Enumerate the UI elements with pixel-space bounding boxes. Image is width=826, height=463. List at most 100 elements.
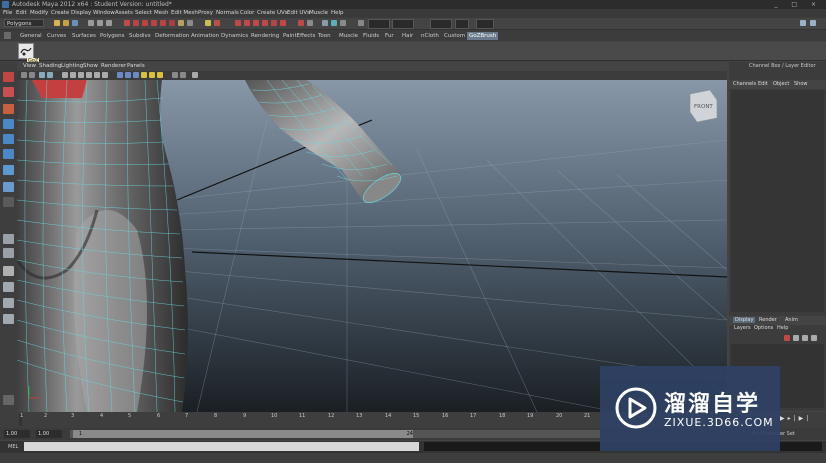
make-live-icon[interactable] [271,20,277,26]
layer-selected-icon[interactable] [811,335,817,341]
history-icon[interactable] [307,20,313,26]
camera-attr-icon[interactable] [29,72,35,78]
menu-edit[interactable]: Edit [16,9,27,18]
ipr-render-icon[interactable] [331,20,337,26]
show-channel-box-icon[interactable] [800,20,806,26]
menu-select[interactable]: Select [135,9,152,18]
soft-mod-icon[interactable] [3,182,14,192]
mask-curves-icon[interactable] [142,20,148,26]
go-to-end-icon[interactable]: ▶| [799,415,812,422]
wireframe-icon[interactable] [117,72,123,78]
select-hierarchy-icon[interactable] [88,20,94,26]
wire-on-shaded-icon[interactable] [133,72,139,78]
bookmark-icon[interactable] [39,72,45,78]
range-bar[interactable]: 1 24 [70,430,600,438]
snap-point-icon[interactable] [253,20,259,26]
current-time-field[interactable]: 1.00 [36,430,62,438]
menu-create-uvs[interactable]: Create UVs [257,9,288,18]
layer-menu-help[interactable]: Help [777,325,788,331]
next-key-icon[interactable]: ▸| [788,415,799,422]
output-ops-icon[interactable] [298,20,304,26]
menu-file[interactable]: File [3,9,12,18]
tab-muscle[interactable]: Muscle [337,32,360,40]
channel-menu-object[interactable]: Object [773,81,789,87]
snap-plane-icon[interactable] [262,20,268,26]
layer-down-icon[interactable] [802,335,808,341]
layer-menu-layers[interactable]: Layers [734,325,751,331]
use-default-light-icon[interactable] [141,72,147,78]
layout-hypershade-icon[interactable] [3,314,14,324]
select-tool-icon[interactable] [3,72,14,82]
camera-select-icon[interactable] [21,72,27,78]
use-all-lights-icon[interactable] [149,72,155,78]
render-current-icon[interactable] [322,20,328,26]
mask-deformations-icon[interactable] [160,20,166,26]
transform-field-v[interactable] [476,19,494,29]
panel-menu-lighting[interactable]: Lighting [61,62,83,71]
shelf-menu-icon[interactable] [4,32,11,39]
panel-menu-panels[interactable]: Panels [127,62,145,71]
tab-custom[interactable]: Custom [442,32,467,40]
tab-toon[interactable]: Toon [316,32,333,40]
paint-select-icon[interactable] [3,104,14,114]
tab-polygons[interactable]: Polygons [98,32,126,40]
render-settings-icon[interactable] [340,20,346,26]
viewcube[interactable]: FRONT [689,89,718,123]
mask-joints-icon[interactable] [133,20,139,26]
snap-grid-icon[interactable] [235,20,241,26]
layer-menu-options[interactable]: Options [754,325,773,331]
smooth-shade-icon[interactable] [125,72,131,78]
window-controls[interactable]: _ □ × [774,0,822,9]
highlight-selection-icon[interactable] [214,20,220,26]
menu-modify[interactable]: Modify [30,9,48,18]
mask-surfaces-icon[interactable] [151,20,157,26]
tab-hair[interactable]: Hair [400,32,415,40]
save-scene-icon[interactable] [72,20,78,26]
gate-mask-icon[interactable] [86,72,92,78]
transform-field-w[interactable] [455,19,469,29]
mask-rendering-icon[interactable] [178,20,184,26]
new-layer-icon[interactable] [784,335,790,341]
move-tool-icon[interactable] [3,119,14,129]
film-gate-icon[interactable] [70,72,76,78]
rotate-tool-icon[interactable] [3,134,14,144]
manipulator-tool-icon[interactable] [3,165,14,175]
channel-menu-channels[interactable]: Channels [733,81,756,87]
panel-menu-show[interactable]: Show [83,62,98,71]
open-scene-icon[interactable] [63,20,69,26]
close-button[interactable]: × [811,1,822,8]
menu-proxy[interactable]: Proxy [198,9,213,18]
minimize-button[interactable]: _ [774,1,783,8]
maximize-button[interactable]: □ [791,1,803,8]
tab-fluids[interactable]: Fluids [361,32,381,40]
tab-surfaces[interactable]: Surfaces [70,32,98,40]
transform-field-x[interactable] [368,19,390,29]
transform-field-z[interactable] [430,19,452,29]
tab-curves[interactable]: Curves [45,32,68,40]
start-time-field[interactable]: 1.00 [4,430,30,438]
layout-outliner-icon[interactable] [3,298,14,308]
menu-assets[interactable]: Assets [115,9,133,18]
lock-selection-icon[interactable] [205,20,211,26]
transform-field-y[interactable] [392,19,414,29]
menu-color[interactable]: Color [240,9,254,18]
mask-handles-icon[interactable] [124,20,130,26]
shadows-icon[interactable] [157,72,163,78]
channel-list-area[interactable] [731,90,824,312]
mode-select[interactable]: Polygons [4,19,44,27]
menu-create[interactable]: Create [51,9,69,18]
layer-tab-render[interactable]: Render [759,317,777,323]
tab-fur[interactable]: Fur [383,32,396,40]
resolution-gate-icon[interactable] [78,72,84,78]
new-scene-icon[interactable] [54,20,60,26]
layer-tab-anim[interactable]: Anim [785,317,798,323]
select-object-icon[interactable] [97,20,103,26]
lasso-tool-icon[interactable] [3,87,14,97]
channel-menu-edit[interactable]: Edit [758,81,768,87]
tab-general[interactable]: General [18,32,44,40]
mask-dynamics-icon[interactable] [169,20,175,26]
panel-menu-view[interactable]: View [23,62,36,71]
menu-muscle[interactable]: Muscle [309,9,328,18]
menu-window[interactable]: Window [93,9,115,18]
layout-four-icon[interactable] [3,248,14,258]
